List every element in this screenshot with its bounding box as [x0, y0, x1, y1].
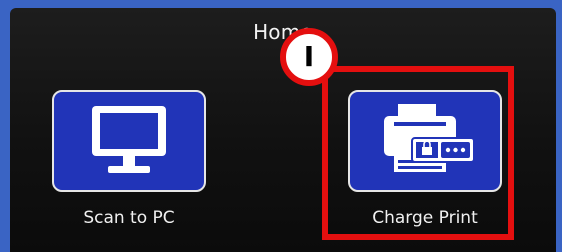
scan-to-pc-label: Scan to PC	[83, 208, 175, 228]
highlight-box	[322, 66, 514, 240]
scan-to-pc-button[interactable]	[52, 90, 206, 192]
monitor-icon	[54, 92, 204, 190]
photo-frame: Home Scan to PC Charge Print I	[0, 0, 562, 252]
page-title: Home	[253, 20, 313, 44]
step-badge: I	[280, 28, 338, 86]
